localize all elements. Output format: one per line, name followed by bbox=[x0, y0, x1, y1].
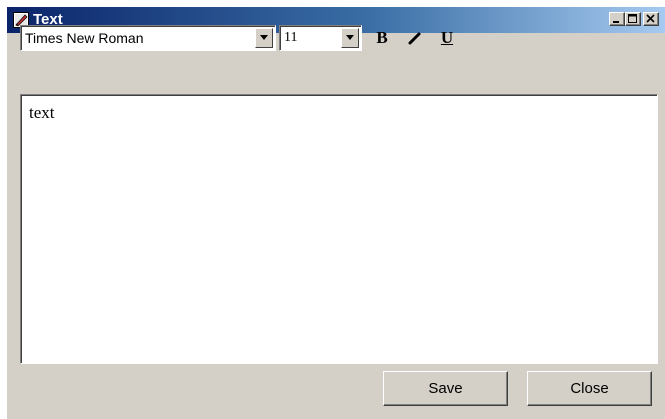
maximize-button[interactable] bbox=[625, 12, 641, 26]
underline-button[interactable]: U bbox=[436, 27, 458, 49]
caption-buttons bbox=[609, 12, 659, 28]
minimize-button[interactable] bbox=[609, 12, 625, 26]
close-icon bbox=[646, 14, 655, 23]
bold-button[interactable]: B bbox=[371, 27, 393, 49]
chevron-down-icon bbox=[260, 35, 268, 40]
font-size-value: 11 bbox=[284, 30, 298, 45]
text-editor[interactable]: text bbox=[20, 94, 658, 364]
font-family-select[interactable]: Times New Roman bbox=[20, 25, 276, 51]
save-button[interactable]: Save bbox=[383, 371, 508, 406]
maximize-icon bbox=[628, 14, 637, 23]
italic-button[interactable] bbox=[404, 27, 426, 49]
chevron-down-icon bbox=[346, 35, 354, 40]
editor-content[interactable]: text bbox=[29, 103, 55, 123]
text-dialog: Text Times New Roman 11 B U text Save Cl… bbox=[7, 7, 665, 419]
font-family-dropdown-button[interactable] bbox=[255, 28, 273, 48]
italic-icon bbox=[408, 32, 421, 45]
minimize-icon bbox=[613, 21, 619, 23]
font-size-select[interactable]: 11 bbox=[279, 25, 362, 51]
font-size-dropdown-button[interactable] bbox=[341, 28, 359, 48]
font-family-value: Times New Roman bbox=[25, 30, 144, 46]
close-dialog-button[interactable]: Close bbox=[527, 371, 652, 406]
close-button[interactable] bbox=[643, 12, 659, 26]
